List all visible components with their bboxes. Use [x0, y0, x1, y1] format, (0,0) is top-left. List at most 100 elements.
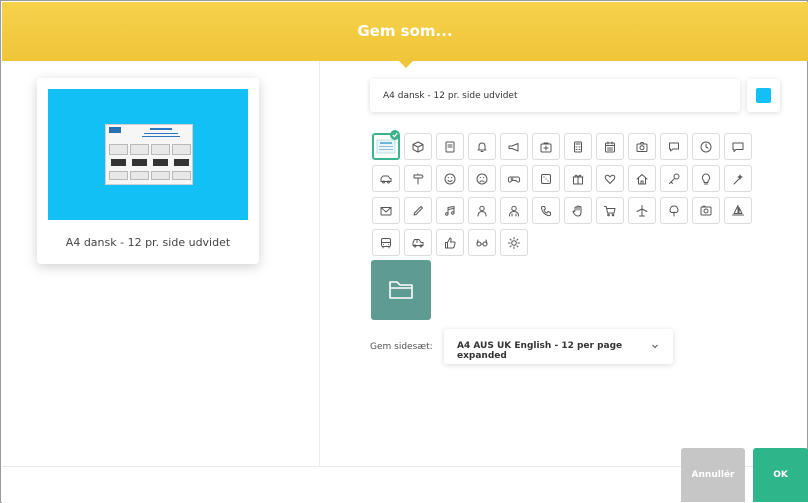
chevron-down-icon [652, 344, 658, 349]
preview-thumbnail [48, 89, 248, 220]
icon-option-gift[interactable] [564, 165, 592, 192]
icon-option-thumbs-up[interactable] [436, 229, 464, 256]
sailboat-icon [732, 204, 744, 215]
icon-option-dice[interactable] [532, 165, 560, 192]
icon-option-gamepad[interactable] [500, 165, 528, 192]
lightbulb-icon [701, 173, 711, 184]
icon-option-chat[interactable] [660, 133, 688, 160]
icon-option-clock[interactable] [692, 133, 720, 160]
icon-option-car[interactable] [372, 165, 400, 192]
column-divider [319, 61, 320, 466]
icon-option-tree[interactable] [660, 197, 688, 224]
thumbs-up-icon [445, 237, 456, 248]
smiley-icon [444, 173, 456, 184]
page-thumbnail [105, 124, 193, 185]
icon-option-person[interactable] [468, 197, 496, 224]
icon-option-sad-face[interactable] [468, 165, 496, 192]
icon-option-glasses[interactable] [468, 229, 496, 256]
ok-button[interactable]: OK [753, 448, 808, 502]
icon-option-airplane[interactable] [628, 197, 656, 224]
selected-check-icon [390, 130, 400, 140]
person-icon [477, 205, 487, 216]
icon-option-bell[interactable] [468, 133, 496, 160]
mail-icon [380, 206, 392, 215]
icon-option-first-aid[interactable] [532, 133, 560, 160]
glasses-icon [476, 239, 488, 246]
music-icon [445, 205, 455, 216]
icon-option-shopping-cart[interactable] [596, 197, 624, 224]
calculator-icon [574, 141, 582, 152]
car-front-icon [412, 238, 424, 247]
icon-option-hand[interactable] [564, 197, 592, 224]
chat-icon [669, 142, 679, 151]
icon-option-sun[interactable] [500, 229, 528, 256]
first-aid-icon [540, 142, 552, 152]
folder-icon [389, 281, 413, 299]
icon-option-lightbulb[interactable] [692, 165, 720, 192]
pencil-icon [413, 205, 423, 215]
sun-icon [508, 236, 520, 249]
shopping-cart-icon [604, 205, 616, 216]
icon-option-phone[interactable] [532, 197, 560, 224]
car-icon [380, 175, 392, 183]
pageset-label: Gem sidesæt: [370, 342, 433, 352]
cube-icon [412, 141, 424, 152]
key-icon [669, 173, 680, 184]
icon-option-megaphone[interactable] [500, 133, 528, 160]
pageset-dropdown[interactable]: A4 AUS UK English - 12 per page expanded [444, 329, 673, 364]
speech-bubble-icon [732, 142, 744, 152]
icon-option-smiley[interactable] [436, 165, 464, 192]
icon-option-speech-bubble[interactable] [724, 133, 752, 160]
icon-option-photo[interactable] [692, 197, 720, 224]
icon-option-heart[interactable] [596, 165, 624, 192]
header-notch [398, 60, 414, 68]
photo-icon [700, 205, 712, 215]
megaphone-icon [508, 142, 519, 151]
clock-icon [700, 141, 712, 152]
name-input[interactable] [370, 79, 740, 112]
gamepad-icon [507, 176, 521, 183]
camera-icon [636, 141, 648, 152]
people-icon [509, 205, 519, 216]
color-swatch [756, 88, 771, 103]
icon-option-pencil[interactable] [404, 197, 432, 224]
signpost-icon [413, 173, 424, 184]
icon-option-magic-wand[interactable] [724, 165, 752, 192]
bell-icon [477, 142, 487, 152]
icon-option-cube[interactable] [404, 133, 432, 160]
bus-icon [381, 237, 391, 248]
preview-caption: A4 dansk - 12 pr. side udvidet [65, 236, 231, 249]
icon-option-camera[interactable] [628, 133, 656, 160]
pageset-value: A4 AUS UK English - 12 per page expanded [457, 341, 623, 361]
dice-icon [541, 173, 551, 184]
phone-icon [541, 205, 551, 216]
cancel-button[interactable]: Annullér [681, 448, 745, 502]
tree-icon [669, 205, 679, 216]
icon-option-book[interactable] [436, 133, 464, 160]
icon-option-house[interactable] [628, 165, 656, 192]
color-picker-button[interactable] [747, 79, 780, 112]
icon-option-sailboat[interactable] [724, 197, 752, 224]
icon-option-people[interactable] [500, 197, 528, 224]
preview-card: A4 dansk - 12 pr. side udvidet [37, 78, 259, 264]
icon-option-key[interactable] [660, 165, 688, 192]
house-icon [636, 173, 648, 184]
heart-icon [604, 174, 616, 184]
icon-option-bus[interactable] [372, 229, 400, 256]
magic-wand-icon [733, 174, 743, 184]
folder-button[interactable] [371, 260, 431, 320]
thumbnail-icon [376, 139, 396, 154]
book-icon [445, 141, 455, 152]
save-as-dialog: Gem som... A4 dansk - 12 pr. side udvide… [0, 0, 808, 503]
icon-option-car-front[interactable] [404, 229, 432, 256]
dialog-title: Gem som... [357, 22, 453, 40]
icon-option-mail[interactable] [372, 197, 400, 224]
icon-option-signpost[interactable] [404, 165, 432, 192]
gift-icon [572, 174, 584, 184]
dialog-header: Gem som... [2, 2, 808, 61]
icon-option-calendar[interactable] [596, 133, 624, 160]
icon-option-calculator[interactable] [564, 133, 592, 160]
sad-face-icon [476, 173, 488, 184]
icon-option-music[interactable] [436, 197, 464, 224]
calendar-icon [605, 141, 615, 152]
